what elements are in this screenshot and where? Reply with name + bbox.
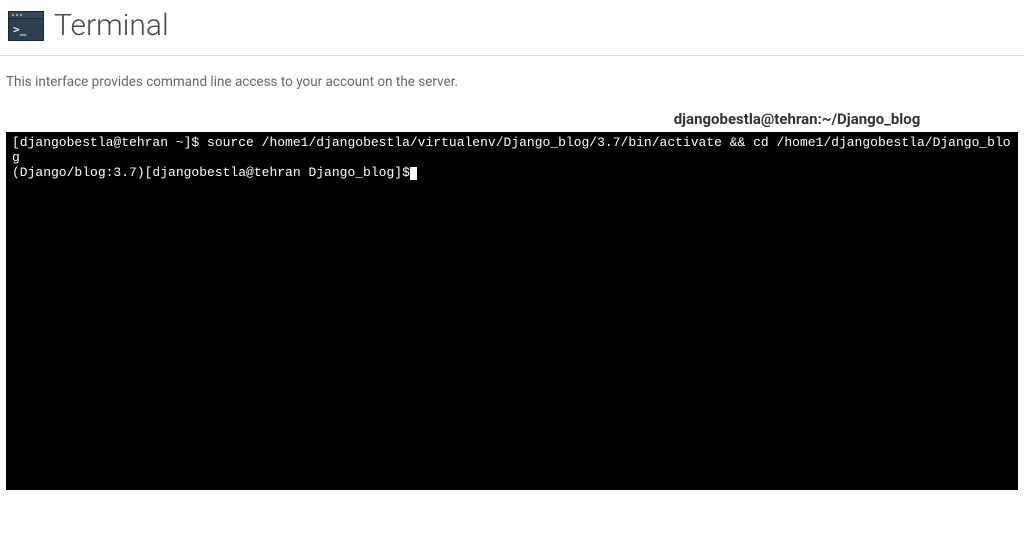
terminal-line: [djangobestla@tehran ~]$ source /home1/d… <box>12 136 1012 166</box>
page-description: This interface provides command line acc… <box>0 56 1024 108</box>
terminal-icon: >_ <box>8 11 44 41</box>
terminal-prompt: [djangobestla@tehran ~]$ <box>12 135 207 150</box>
terminal-icon-glyph: >_ <box>9 19 43 40</box>
terminal-prompt: (Django/blog:3.7)[djangobestla@tehran Dj… <box>12 165 410 180</box>
terminal-container: djangobestla@tehran:~/Django_blog [djang… <box>6 108 1018 490</box>
page-title: Terminal <box>54 8 169 43</box>
terminal-cursor <box>410 167 417 180</box>
terminal-line: (Django/blog:3.7)[djangobestla@tehran Dj… <box>12 165 417 180</box>
terminal-body[interactable]: [djangobestla@tehran ~]$ source /home1/d… <box>6 132 1018 490</box>
page-header: >_ Terminal <box>0 0 1024 56</box>
terminal-window-title: djangobestla@tehran:~/Django_blog <box>6 108 1018 132</box>
title-row: >_ Terminal <box>8 8 1016 43</box>
